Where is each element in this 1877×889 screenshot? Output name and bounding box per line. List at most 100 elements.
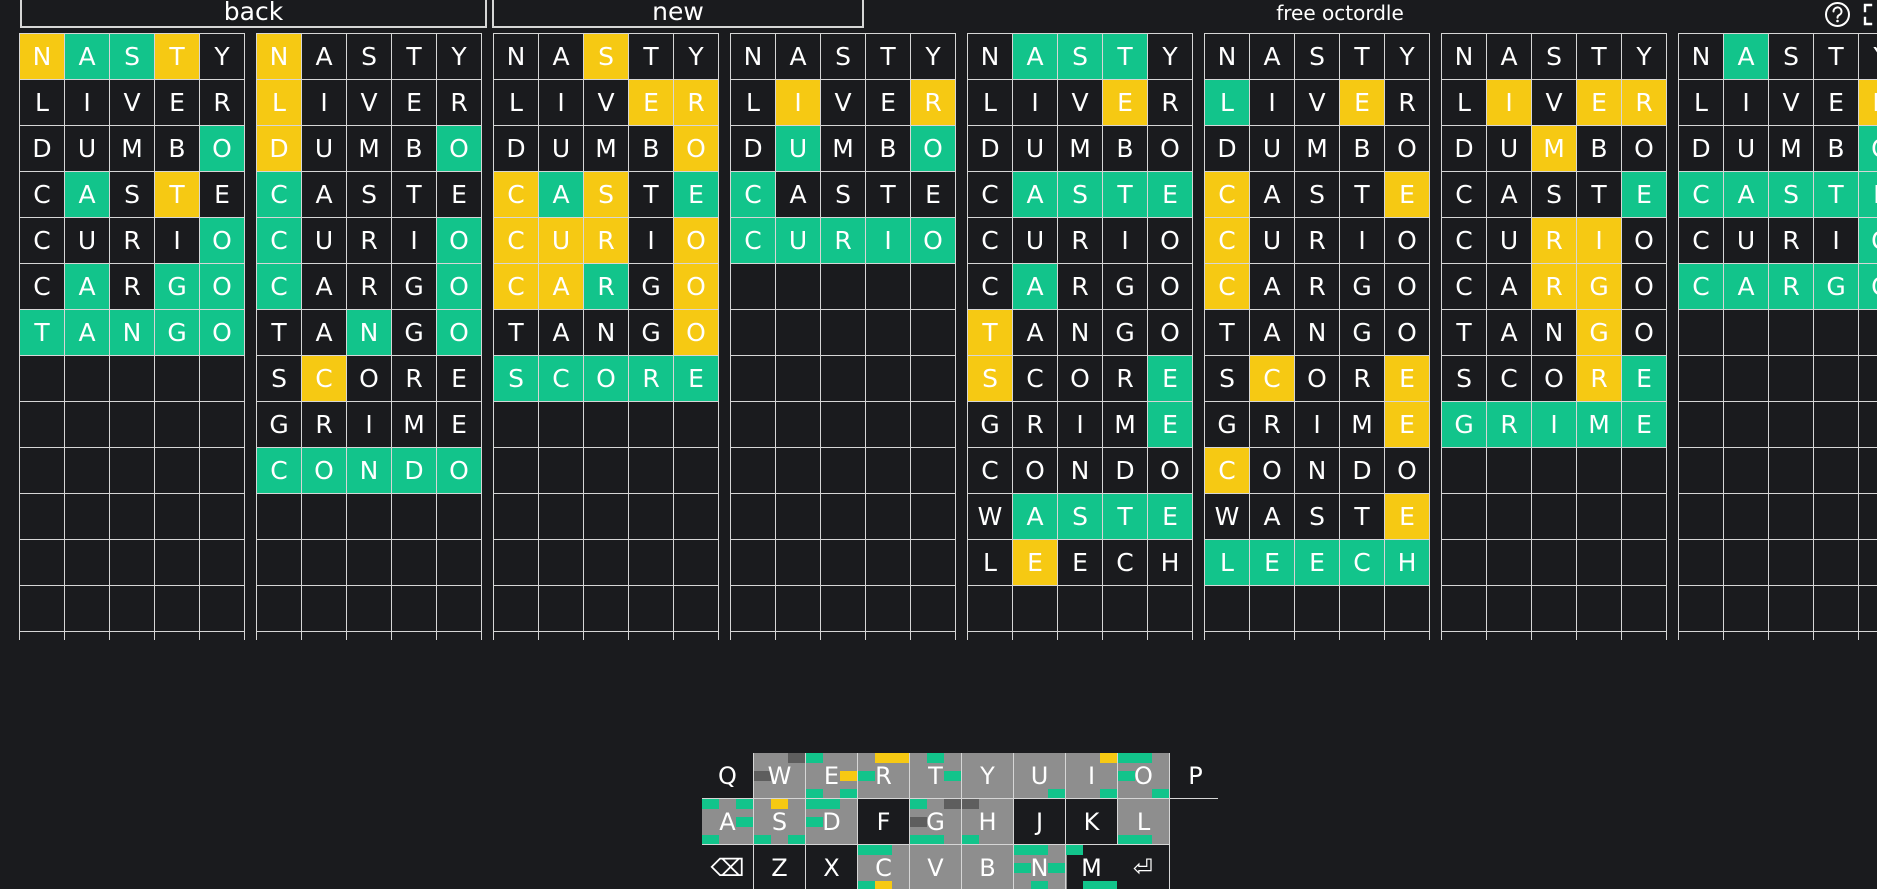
tile (911, 402, 956, 448)
tile (1340, 586, 1385, 632)
tile (110, 494, 155, 540)
tile: O (1148, 126, 1193, 172)
tile (584, 448, 629, 494)
tile: B (1577, 126, 1622, 172)
tile: C (539, 356, 584, 402)
tile (821, 540, 866, 586)
tile (821, 448, 866, 494)
key-q[interactable]: Q (702, 753, 754, 799)
tile: U (1013, 218, 1058, 264)
tile: O (1148, 218, 1193, 264)
key-b[interactable]: B (962, 845, 1014, 889)
tile (776, 310, 821, 356)
key-p[interactable]: P (1170, 753, 1218, 799)
key-k[interactable]: K (1066, 799, 1118, 845)
tile: O (674, 218, 719, 264)
tile: D (968, 126, 1013, 172)
key-v[interactable]: V (910, 845, 962, 889)
tile: N (1295, 310, 1340, 356)
tile (20, 448, 65, 494)
key-d[interactable]: D (806, 799, 858, 845)
board-hint-mark (892, 753, 909, 763)
tile: U (776, 126, 821, 172)
tile (1577, 494, 1622, 540)
tile: Y (1385, 34, 1430, 80)
board-hint-mark (910, 835, 927, 844)
key-y[interactable]: Y (962, 753, 1014, 799)
tile: D (1679, 126, 1724, 172)
tile: S (584, 34, 629, 80)
key-r[interactable]: R (858, 753, 910, 799)
tile: I (155, 218, 200, 264)
tile (20, 586, 65, 632)
key-c[interactable]: C (858, 845, 910, 889)
key-label: X (823, 853, 840, 882)
tile: O (1385, 448, 1430, 494)
board-hint-mark (962, 835, 979, 844)
key-z[interactable]: Z (754, 845, 806, 889)
tile (911, 494, 956, 540)
tile: A (539, 172, 584, 218)
tile: C (302, 356, 347, 402)
tile (65, 632, 110, 640)
tile: E (1622, 172, 1667, 218)
tile: C (257, 172, 302, 218)
key-o[interactable]: O (1118, 753, 1170, 799)
tile: N (731, 34, 776, 80)
tile (200, 586, 245, 632)
key-i[interactable]: I (1066, 753, 1118, 799)
tile (1577, 448, 1622, 494)
tile: S (494, 356, 539, 402)
tile (1295, 632, 1340, 640)
tile: O (911, 126, 956, 172)
tile (392, 586, 437, 632)
tile: G (1340, 310, 1385, 356)
key-j[interactable]: J (1014, 799, 1066, 845)
tile: R (1103, 356, 1148, 402)
key-a[interactable]: A (702, 799, 754, 845)
backspace-key[interactable]: ⌫ (702, 845, 754, 889)
tile: S (584, 172, 629, 218)
tile (1487, 632, 1532, 640)
key-f[interactable]: F (858, 799, 910, 845)
tile (968, 632, 1013, 640)
tile: N (257, 34, 302, 80)
tile: E (1103, 80, 1148, 126)
tile: E (1859, 172, 1877, 218)
tile: A (1013, 34, 1058, 80)
tile: E (1340, 80, 1385, 126)
tile (302, 494, 347, 540)
tile (1859, 494, 1877, 540)
key-n[interactable]: N (1014, 845, 1066, 889)
tile (1679, 356, 1724, 402)
tile: T (257, 310, 302, 356)
tile: T (866, 34, 911, 80)
tile (1769, 540, 1814, 586)
tile: S (110, 172, 155, 218)
key-t[interactable]: T (910, 753, 962, 799)
tile: N (1058, 310, 1103, 356)
key-g[interactable]: G (910, 799, 962, 845)
tile (1769, 402, 1814, 448)
tile (911, 310, 956, 356)
key-l[interactable]: L (1118, 799, 1170, 845)
tile (347, 632, 392, 640)
tile: T (968, 310, 1013, 356)
tile (1205, 632, 1250, 640)
tile: A (1487, 34, 1532, 80)
tile: B (1340, 126, 1385, 172)
key-u[interactable]: U (1014, 753, 1066, 799)
tile: B (629, 126, 674, 172)
key-w[interactable]: W (754, 753, 806, 799)
tile: D (1340, 448, 1385, 494)
tile: L (1679, 80, 1724, 126)
tile: R (110, 264, 155, 310)
key-h[interactable]: H (962, 799, 1014, 845)
tile: U (1250, 126, 1295, 172)
key-x[interactable]: X (806, 845, 858, 889)
tile: O (1385, 126, 1430, 172)
key-s[interactable]: S (754, 799, 806, 845)
board-hint-mark (1135, 835, 1152, 844)
tile: O (1859, 126, 1877, 172)
key-e[interactable]: E (806, 753, 858, 799)
